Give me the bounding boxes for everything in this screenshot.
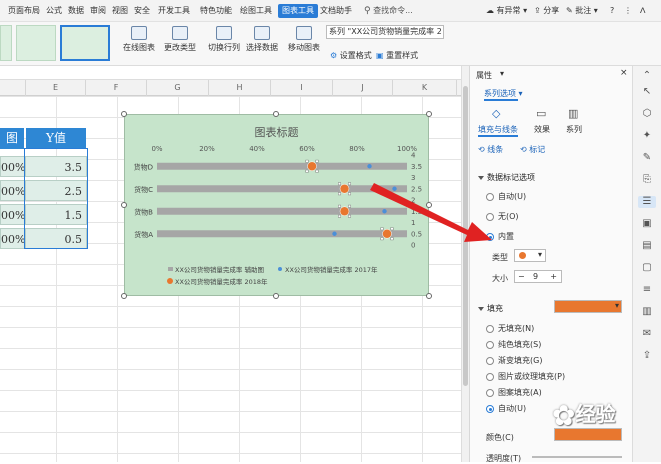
annotation-arrow xyxy=(370,183,492,242)
watermark-text: 经验 xyxy=(575,402,616,426)
watermark: ✿经验 xyxy=(552,398,656,442)
paw-icon: ✿ xyxy=(552,399,576,432)
